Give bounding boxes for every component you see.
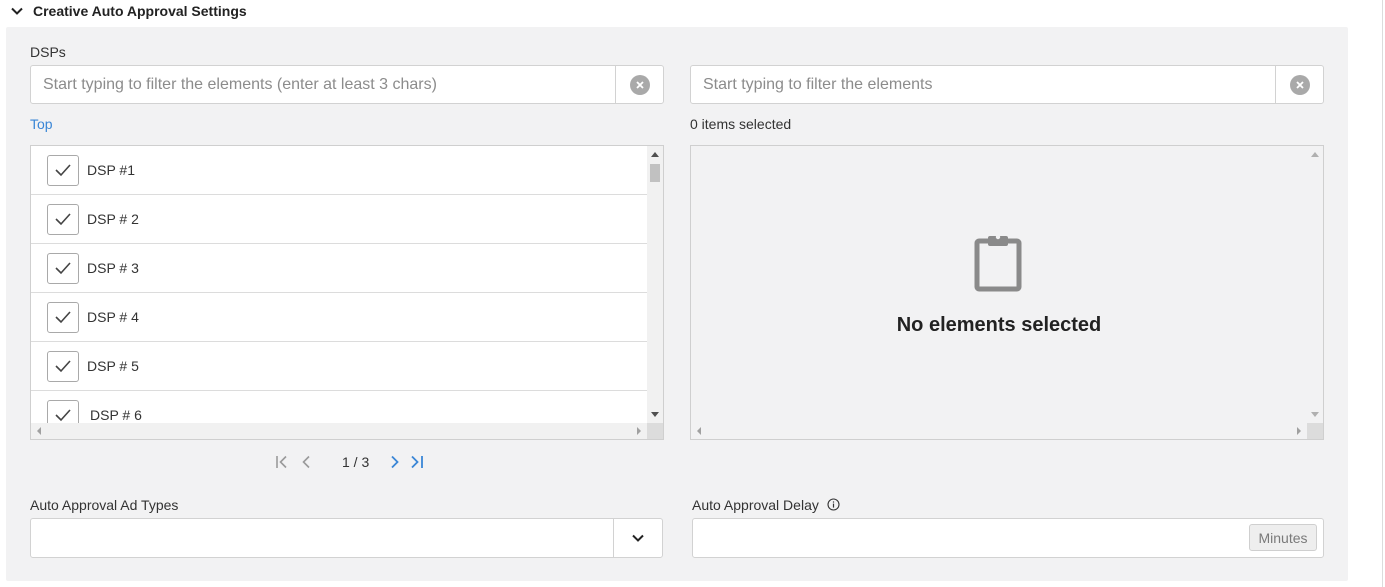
delay-input[interactable] [693,519,1243,557]
available-filter-field [30,65,664,104]
check-icon [55,164,71,177]
scroll-down-icon [651,412,659,417]
scroll-left-icon [37,427,41,435]
clear-icon [629,74,650,95]
item-label: DSP #1 [87,162,135,178]
item-checkbox[interactable] [47,350,79,382]
dsp-list-item[interactable]: DSP # 6 [31,391,647,424]
item-checkbox[interactable] [47,203,79,235]
check-icon [55,262,71,275]
item-label: DSP # 6 [90,407,142,423]
check-icon [55,311,71,324]
info-icon[interactable] [827,498,840,511]
scroll-corner [1307,423,1323,439]
ad-types-value [31,519,613,557]
check-icon [55,409,71,422]
scroll-up-icon [1311,152,1319,157]
next-page-icon[interactable] [385,452,405,472]
item-label: DSP # 2 [87,211,139,227]
dsp-list-item[interactable]: DSP # 3 [31,244,647,293]
dsp-list-item[interactable]: DSP # 4 [31,293,647,342]
dsp-list-item[interactable]: DSP # 2 [31,195,647,244]
chevron-down-icon [632,534,644,542]
clear-icon [1289,74,1310,95]
delay-field: Minutes [692,518,1324,558]
dsp-list-item[interactable]: DSP #1 [31,146,647,195]
ad-types-dropdown-button[interactable] [613,519,662,557]
available-filter-clear-button[interactable] [615,66,663,103]
available-filter-input[interactable] [31,66,615,103]
scroll-left-icon [697,427,701,435]
item-checkbox[interactable] [47,301,79,333]
vertical-scrollbar[interactable] [1307,146,1323,423]
item-checkbox[interactable] [47,154,79,186]
page-edge-divider [1382,0,1383,587]
selected-count-label: 0 items selected [690,116,792,132]
item-label: DSP # 3 [87,260,139,276]
scroll-corner [647,423,663,439]
empty-state-message: No elements selected [896,314,1102,336]
vertical-scrollbar[interactable] [647,146,663,423]
scroll-up-icon [651,152,659,157]
page-indicator: 1 / 3 [342,454,370,470]
item-checkbox[interactable] [47,399,79,424]
section-title: Creative Auto Approval Settings [33,3,247,19]
scroll-down-icon [1311,412,1319,417]
available-dsp-list: DSP #1 DSP # 2 DSP # 3 DSP # 4 DSP # 5 D… [30,145,664,440]
first-page-icon[interactable] [272,452,292,472]
pagination: 1 / 3 [272,451,427,473]
scroll-right-icon [1297,427,1301,435]
item-checkbox[interactable] [47,252,79,284]
dsps-label: DSPs [30,44,66,60]
clipboard-icon [974,234,1022,292]
section-header[interactable]: Creative Auto Approval Settings [10,1,247,21]
dsp-list-item[interactable]: DSP # 5 [31,342,647,391]
selected-filter-input[interactable] [691,66,1275,103]
available-dsp-items: DSP #1 DSP # 2 DSP # 3 DSP # 4 DSP # 5 D… [31,146,647,424]
item-label: DSP # 5 [87,358,139,374]
check-icon [55,213,71,226]
ad-types-label: Auto Approval Ad Types [30,497,179,513]
scroll-thumb [650,164,660,182]
item-label: DSP # 4 [87,309,139,325]
last-page-icon[interactable] [407,452,427,472]
top-link[interactable]: Top [30,116,53,132]
scroll-right-icon [637,427,641,435]
horizontal-scrollbar[interactable] [31,423,647,439]
ad-types-select[interactable] [30,518,663,558]
prev-page-icon[interactable] [296,452,316,472]
selected-filter-clear-button[interactable] [1275,66,1323,103]
delay-label: Auto Approval Delay [692,497,819,513]
page-root: Creative Auto Approval Settings DSPs Top… [0,0,1385,587]
selected-filter-field [690,65,1324,104]
delay-unit-addon: Minutes [1249,524,1317,551]
chevron-down-icon[interactable] [10,4,24,18]
horizontal-scrollbar[interactable] [691,423,1307,439]
selected-dsp-list: No elements selected [690,145,1324,440]
check-icon [55,360,71,373]
